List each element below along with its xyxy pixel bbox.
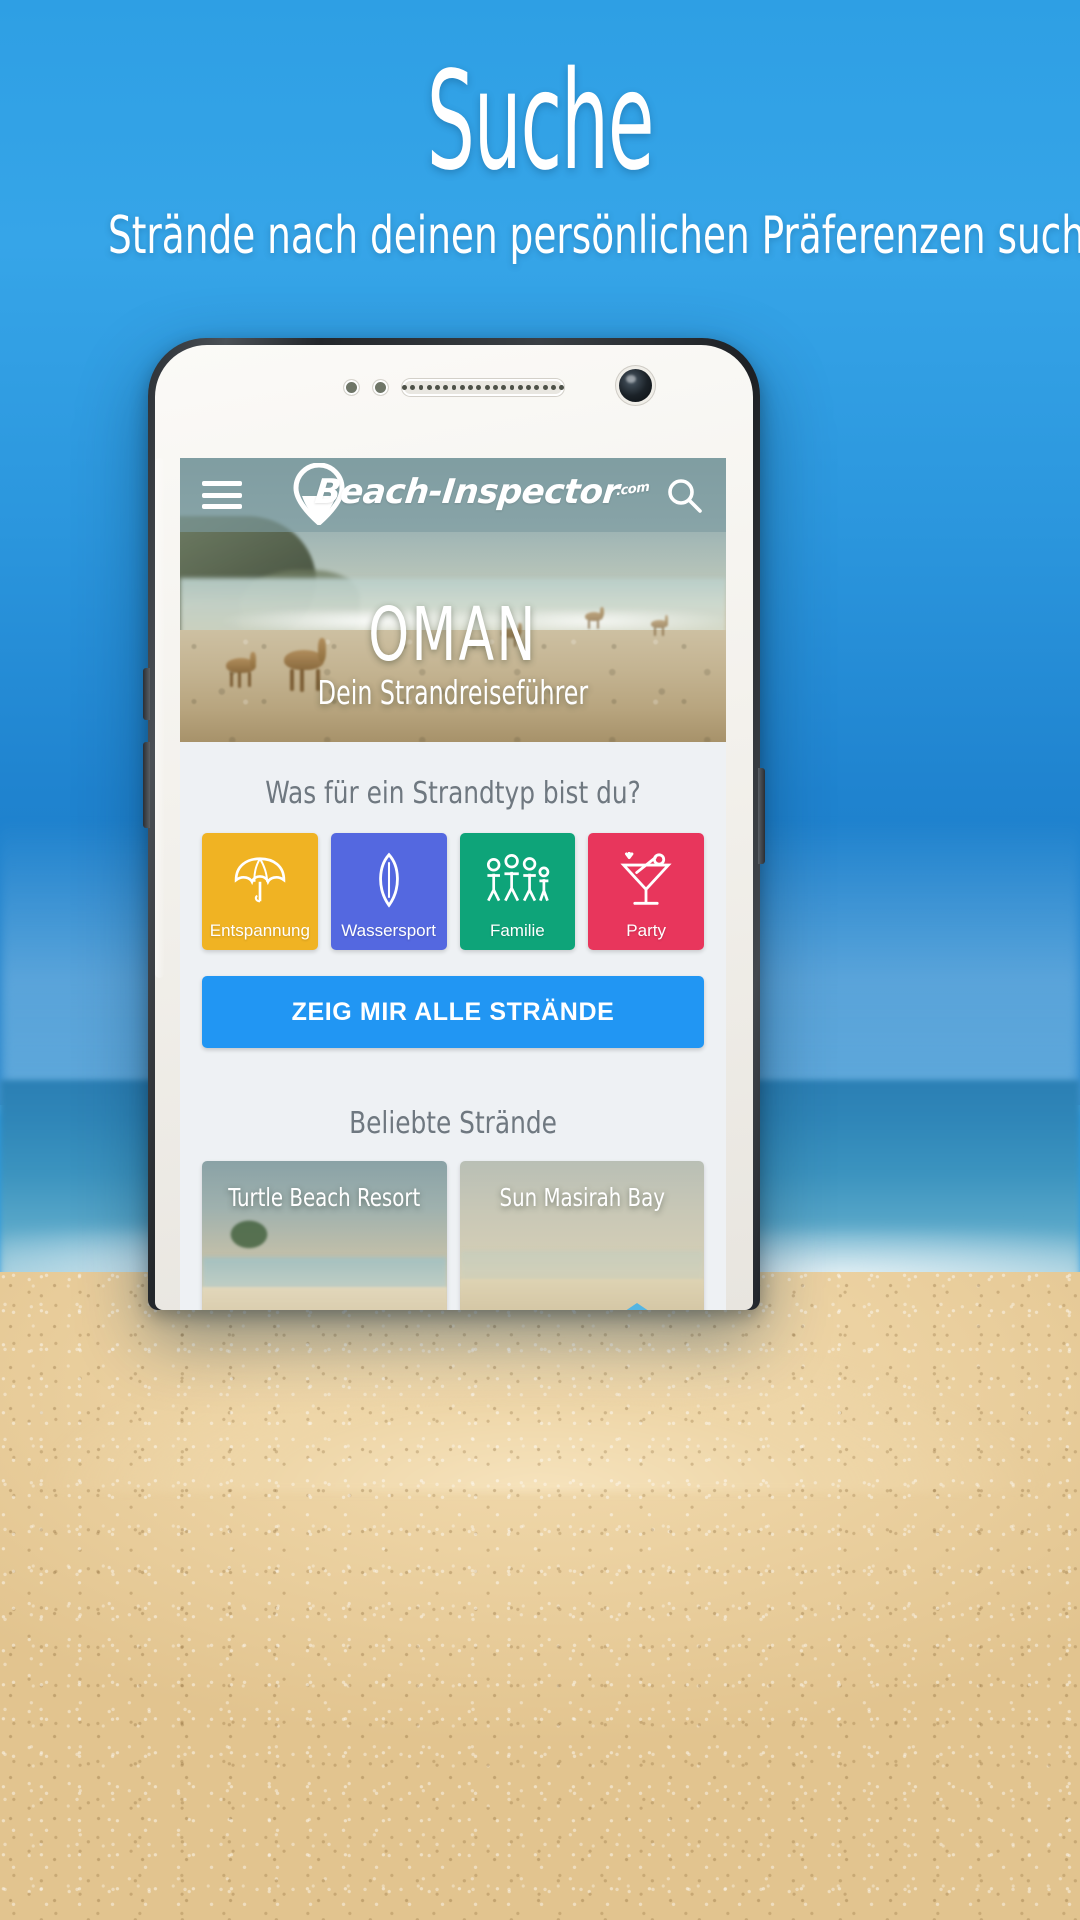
hero-banner: Beach-Inspector .com OMAN Dein Strandrei… (180, 458, 726, 742)
power-button[interactable] (758, 768, 765, 864)
volume-up-button[interactable] (143, 668, 150, 720)
promo-text-block: Suche Strände nach deinen persönlichen P… (0, 54, 1080, 265)
phone-edge-highlight (155, 458, 164, 978)
volume-down-button[interactable] (143, 742, 150, 828)
card-beach (202, 1287, 447, 1310)
page-subtitle: Strände nach deinen persönlichen Präfere… (108, 206, 1080, 266)
beach-card[interactable]: Sun Masirah Bay (459, 1161, 704, 1310)
hero-title: OMAN (368, 592, 538, 678)
tile-label: Party (626, 921, 666, 940)
cta-label: ZEIG MIR ALLE STRÄNDE (291, 997, 615, 1026)
tile-label: Wassersport (341, 921, 437, 940)
tile-wassersport[interactable]: Wassersport (330, 833, 447, 950)
show-all-beaches-button[interactable]: ZEIG MIR ALLE STRÄNDE (202, 976, 704, 1048)
tile-party[interactable]: Party (588, 833, 704, 950)
hamburger-menu-icon[interactable] (202, 481, 242, 509)
app-logo-tld: .com (615, 479, 650, 500)
card-beach (459, 1279, 704, 1310)
tile-label: Entspannung (209, 921, 310, 940)
tile-familie[interactable]: Familie (459, 833, 576, 950)
search-icon[interactable] (664, 475, 704, 515)
beach-umbrella-icon (202, 849, 318, 911)
tile-label: Familie (489, 921, 545, 940)
beach-type-tiles: Entspannung Wassersport Familie Party (180, 833, 726, 950)
app-logo[interactable]: Beach-Inspector .com (293, 462, 650, 527)
light-sensor-icon (373, 379, 388, 395)
cocktail-glass-icon (588, 849, 704, 911)
beach-card-title: Turtle Beach Resort (228, 1183, 421, 1212)
popular-beaches-list: Turtle Beach Resort Sun Masirah Bay (180, 1161, 726, 1310)
app-logo-text: Beach-Inspector .com (312, 465, 650, 519)
app-content: Was für ein Strandtyp bist du? Entspannu… (180, 742, 726, 1310)
phone-mockup: Beach-Inspector .com OMAN Dein Strandrei… (143, 338, 765, 1310)
hero-subtitle: Dein Strandreiseführer (317, 673, 589, 712)
beach-card-title: Sun Masirah Bay (499, 1183, 665, 1212)
sand-grain-texture (0, 1272, 1080, 1920)
tile-entspannung[interactable]: Entspannung (202, 833, 318, 950)
family-icon (460, 849, 576, 911)
popular-beaches-title: Beliebte Strände (349, 1106, 557, 1141)
app-logo-name: Beach-Inspector (312, 472, 622, 512)
app-screen: Beach-Inspector .com OMAN Dein Strandrei… (180, 458, 726, 1310)
proximity-sensor-icon (344, 379, 359, 395)
beach-type-question: Was für ein Strandtyp bist du? (265, 776, 641, 811)
phone-sensor-row (148, 374, 760, 400)
front-camera-icon (619, 369, 652, 402)
app-top-bar: Beach-Inspector .com (180, 458, 726, 532)
beach-card[interactable]: Turtle Beach Resort (202, 1161, 447, 1310)
page-title: Suche (426, 43, 655, 201)
surfboard-icon (331, 849, 447, 911)
earpiece-speaker (401, 378, 565, 396)
